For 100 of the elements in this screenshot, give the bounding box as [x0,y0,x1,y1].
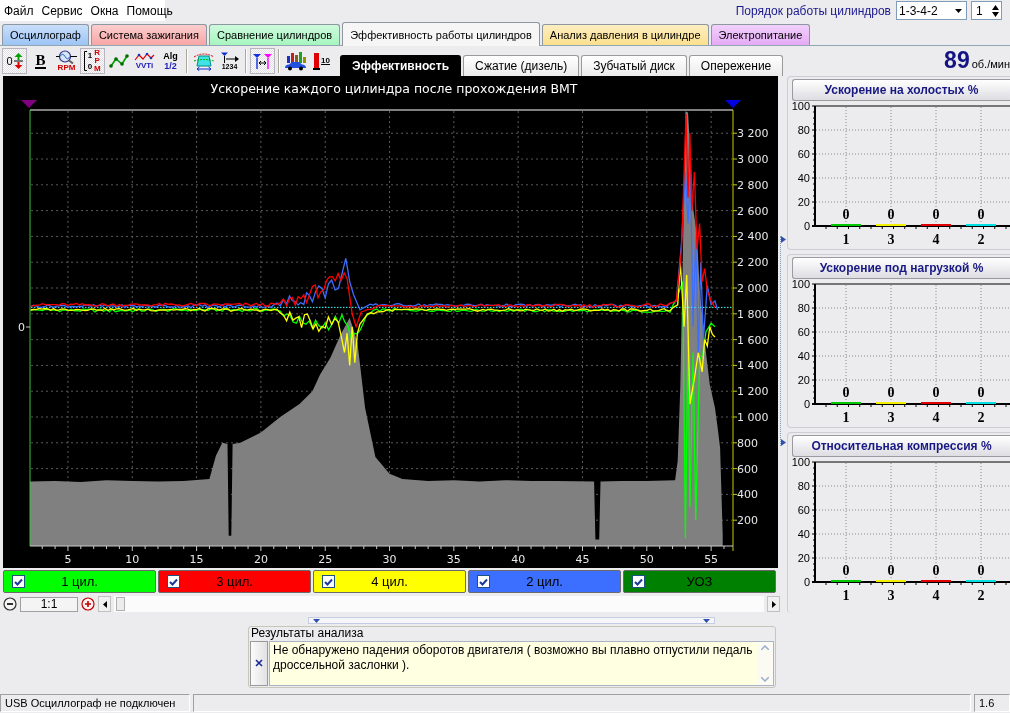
triangle-marker-icon[interactable] [725,100,741,108]
close-button[interactable] [250,640,268,686]
axis-label: 55 [704,553,719,566]
axis-label: 2 400 [737,230,769,244]
checkbox[interactable] [12,575,25,588]
tab[interactable]: Сравнение цилиндров [209,24,341,45]
legend-item[interactable]: 3 цил. [158,570,311,593]
axis-label: 45 [575,553,590,566]
status-text: USB Осциллограф не подключен [0,694,190,712]
value-label: 0 [887,385,895,400]
tab[interactable]: Система зажигания [90,24,207,45]
bold-button[interactable]: B [28,48,53,74]
axis-label: 60 [797,504,810,516]
menu-item[interactable]: Сервис [38,2,86,19]
chart-title: Относительная компрессия % [792,435,1010,457]
scroll-right-button[interactable] [767,596,780,612]
axis-label: 20 [797,196,810,208]
value-label: 0 [977,207,985,222]
axis-label: 0 [18,321,25,334]
offset-button[interactable]: 0 [2,48,27,74]
right-arrow-icon [781,439,786,446]
axis-label: 3 200 [737,127,769,141]
checkmark-icon [634,577,643,586]
firing-order-dropdown[interactable]: 1-3-4-2 [896,1,967,20]
axis-label: 4 [932,588,940,603]
axis-label: 80 [797,480,810,492]
checkmark-icon [324,577,333,586]
chart-title: Ускорение каждого цилиндра после прохождения ВМТ [210,81,578,96]
vvti-button[interactable]: VVTi [132,48,157,74]
checkbox[interactable] [632,575,645,588]
axis-label: 2 000 [737,282,769,295]
axis-label: 80 [797,302,810,314]
checkbox[interactable] [477,575,490,588]
tab[interactable]: Опережение [688,55,784,76]
markers-icon [252,53,273,69]
scrollbar-thumb[interactable] [116,597,125,611]
legend-item[interactable]: УОЗ [623,570,776,593]
axis-label: 2 [977,410,985,425]
field-label: Порядок работы цилиндров [735,3,891,18]
legend-item[interactable]: 4 цил. [313,570,466,593]
legend-label: 2 цил. [525,574,564,589]
axis-label: 3 [887,410,895,425]
scrollbar-track[interactable] [114,596,764,612]
algorithm-button[interactable]: Alg 1/2 [158,48,183,74]
up-down-arrows-icon [13,53,23,69]
tab[interactable]: Анализ давления в цилиндре [541,24,709,45]
scroll-left-button[interactable] [98,596,111,612]
tab[interactable]: Зубчатый диск [581,55,687,76]
rpm-unit: об./мин [971,58,1010,70]
tab[interactable]: Эффективность [340,55,462,76]
axis-label: 100 [792,457,810,468]
axis-label: 25 [318,553,333,566]
axis-label: 35 [446,553,461,566]
value-label: 0 [977,385,985,400]
axis-label: 50 [639,553,654,566]
rpm-zoom-button[interactable]: RPM [54,48,79,74]
cylinder-icon [192,51,215,71]
menu-item[interactable]: Помощь [123,2,176,19]
tab[interactable]: Сжатие (дизель) [463,55,580,76]
checkmark-icon [169,577,178,586]
checkbox[interactable] [167,575,180,588]
tab[interactable]: Электропитание [710,24,811,45]
axis-label: 0 [803,576,810,588]
value-label: 0 [842,207,850,222]
splitter-handle[interactable] [308,617,715,624]
axis-label: 2 600 [737,204,769,218]
axis-label: 3 [887,588,895,603]
axis-label: 4 [932,232,940,247]
bracket-icon [83,51,87,71]
legend-item[interactable]: 1 цил. [3,570,156,593]
splitter-handle[interactable] [780,236,786,446]
zoom-field[interactable]: 1:1 [20,596,78,612]
cylinder-spinner[interactable]: 1 [971,1,1002,20]
legend-item[interactable]: 2 цил. [468,570,621,593]
bar-icon [313,52,321,70]
legend-label: 3 цил. [215,574,254,589]
menu-item[interactable]: Файл [1,2,37,19]
zoom-out-icon[interactable] [3,597,17,611]
menu-item[interactable]: Окна [87,2,122,19]
axis-label: 2 [977,588,985,603]
tab[interactable]: Осциллограф [2,24,89,45]
axis-label: 60 [797,326,810,338]
axis-label: 1 200 [737,385,769,399]
legend-label: 4 цил. [370,574,409,589]
bar-button[interactable]: 10 [309,48,334,74]
group-title: Результаты анализа [250,627,365,641]
legend-label: УОЗ [685,574,714,589]
rpm-value: 89 [944,46,970,74]
zoom-in-icon[interactable] [81,597,95,611]
tab[interactable]: Эффективность работы цилиндров [342,22,540,46]
value-label: 0 [887,207,895,222]
antenna-arrow-icon [219,51,240,63]
axis-label: 100 [792,279,810,290]
spin-arrows-icon [992,4,999,17]
marker-spacing-button[interactable] [250,48,275,74]
axis-label: 1 [842,410,850,425]
value-label: 0 [932,563,940,578]
value-label: 0 [932,385,940,400]
checkbox[interactable] [322,575,335,588]
triangle-marker-icon[interactable] [21,100,37,108]
